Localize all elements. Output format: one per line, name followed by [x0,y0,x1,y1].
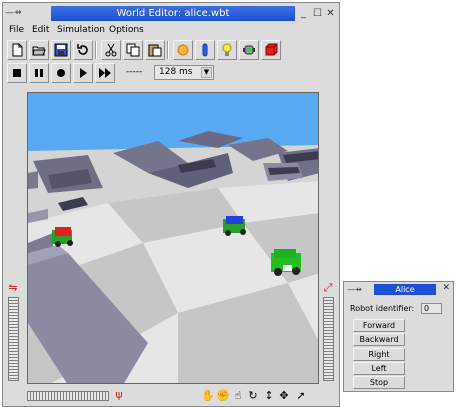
cut-icon[interactable] [101,40,121,60]
copy-icon[interactable] [123,40,143,60]
new-file-icon[interactable] [7,40,27,60]
cylinder-icon[interactable] [195,40,215,60]
pointer-icon[interactable]: ➚ [294,389,308,403]
robot-icon[interactable] [239,40,259,60]
toolbar-separator [167,41,169,59]
left-button[interactable]: Left [353,362,405,375]
hand-pan-icon[interactable]: ✋ [201,389,215,403]
title-bar[interactable]: —⇸ World Editor: alice.wbt _ ☐ ✕ [5,5,337,22]
menu-options[interactable]: Options [109,24,144,37]
menu-file[interactable]: File [9,24,24,37]
window-menu-icon[interactable]: —⇸ [347,284,362,295]
window-menu-icon[interactable]: —⇸ [5,7,49,20]
time-readout: ----- [126,67,143,77]
menu-simulation[interactable]: Simulation [57,24,105,37]
alice-controller-window: —⇸ Alice ✕ Robot identifier: 0 Forward B… [343,281,454,392]
tilt-icon[interactable]: ψ [113,389,125,401]
open-file-icon[interactable] [29,40,49,60]
toolbar-separator [95,41,97,59]
stop-button[interactable]: Stop [353,376,405,389]
robot-identifier-select[interactable]: 0 [421,303,442,314]
box-icon[interactable] [261,40,281,60]
play-icon[interactable] [73,63,93,83]
3d-scene [28,93,318,383]
robot-green [271,249,301,276]
maximize-button[interactable]: ☐ [312,8,323,19]
minimize-button[interactable]: _ [298,8,309,19]
menu-bar: File Edit Simulation Options [5,23,337,38]
robot-identifier-label: Robot identifier: [350,304,415,313]
fast-forward-icon[interactable] [95,63,115,83]
right-button[interactable]: Right [353,348,405,361]
revert-icon[interactable] [73,40,93,60]
backward-button[interactable]: Backward [353,333,405,346]
alice-window-title: Alice [374,284,436,295]
close-button[interactable]: ✕ [442,283,450,294]
light-icon[interactable] [217,40,237,60]
simulation-toolbar: ----- 128 ms ▼ [7,62,335,84]
chevron-down-icon: ▼ [201,67,212,78]
rotate-icon[interactable]: ⤢ [322,282,334,294]
window-title: World Editor: alice.wbt [51,6,295,21]
robot-red [52,227,73,247]
left-vertical-slider[interactable] [8,297,19,381]
robot-blue [223,216,246,236]
close-button[interactable]: ✕ [325,8,336,19]
world-editor-window: —⇸ World Editor: alice.wbt _ ☐ ✕ File Ed… [2,2,340,407]
speed-select[interactable]: 128 ms ▼ [154,65,214,80]
record-icon[interactable] [51,63,71,83]
rotate-view-icon[interactable]: ↻ [246,389,260,403]
menu-edit[interactable]: Edit [32,24,49,37]
hand-move-icon[interactable]: ☝ [231,389,245,403]
move-cross-icon[interactable]: ✥ [277,389,291,403]
3d-viewport[interactable] [27,92,319,384]
forward-button[interactable]: Forward [353,319,405,332]
zoom-icon[interactable]: ⇋ [7,282,19,294]
speed-value: 128 ms [159,67,193,77]
edit-toolbar [7,39,335,61]
light-bulb-orange-icon[interactable] [173,40,193,60]
paste-icon[interactable] [145,40,165,60]
horizontal-slider[interactable] [27,391,109,401]
save-icon[interactable] [51,40,71,60]
vertical-move-icon[interactable]: ↕ [262,389,276,403]
pause-icon[interactable] [29,63,49,83]
robot-identifier-value: 0 [424,304,430,313]
right-vertical-slider[interactable] [323,297,334,381]
stop-icon[interactable] [7,63,27,83]
hand-grab-icon[interactable]: ✊ [216,389,230,403]
